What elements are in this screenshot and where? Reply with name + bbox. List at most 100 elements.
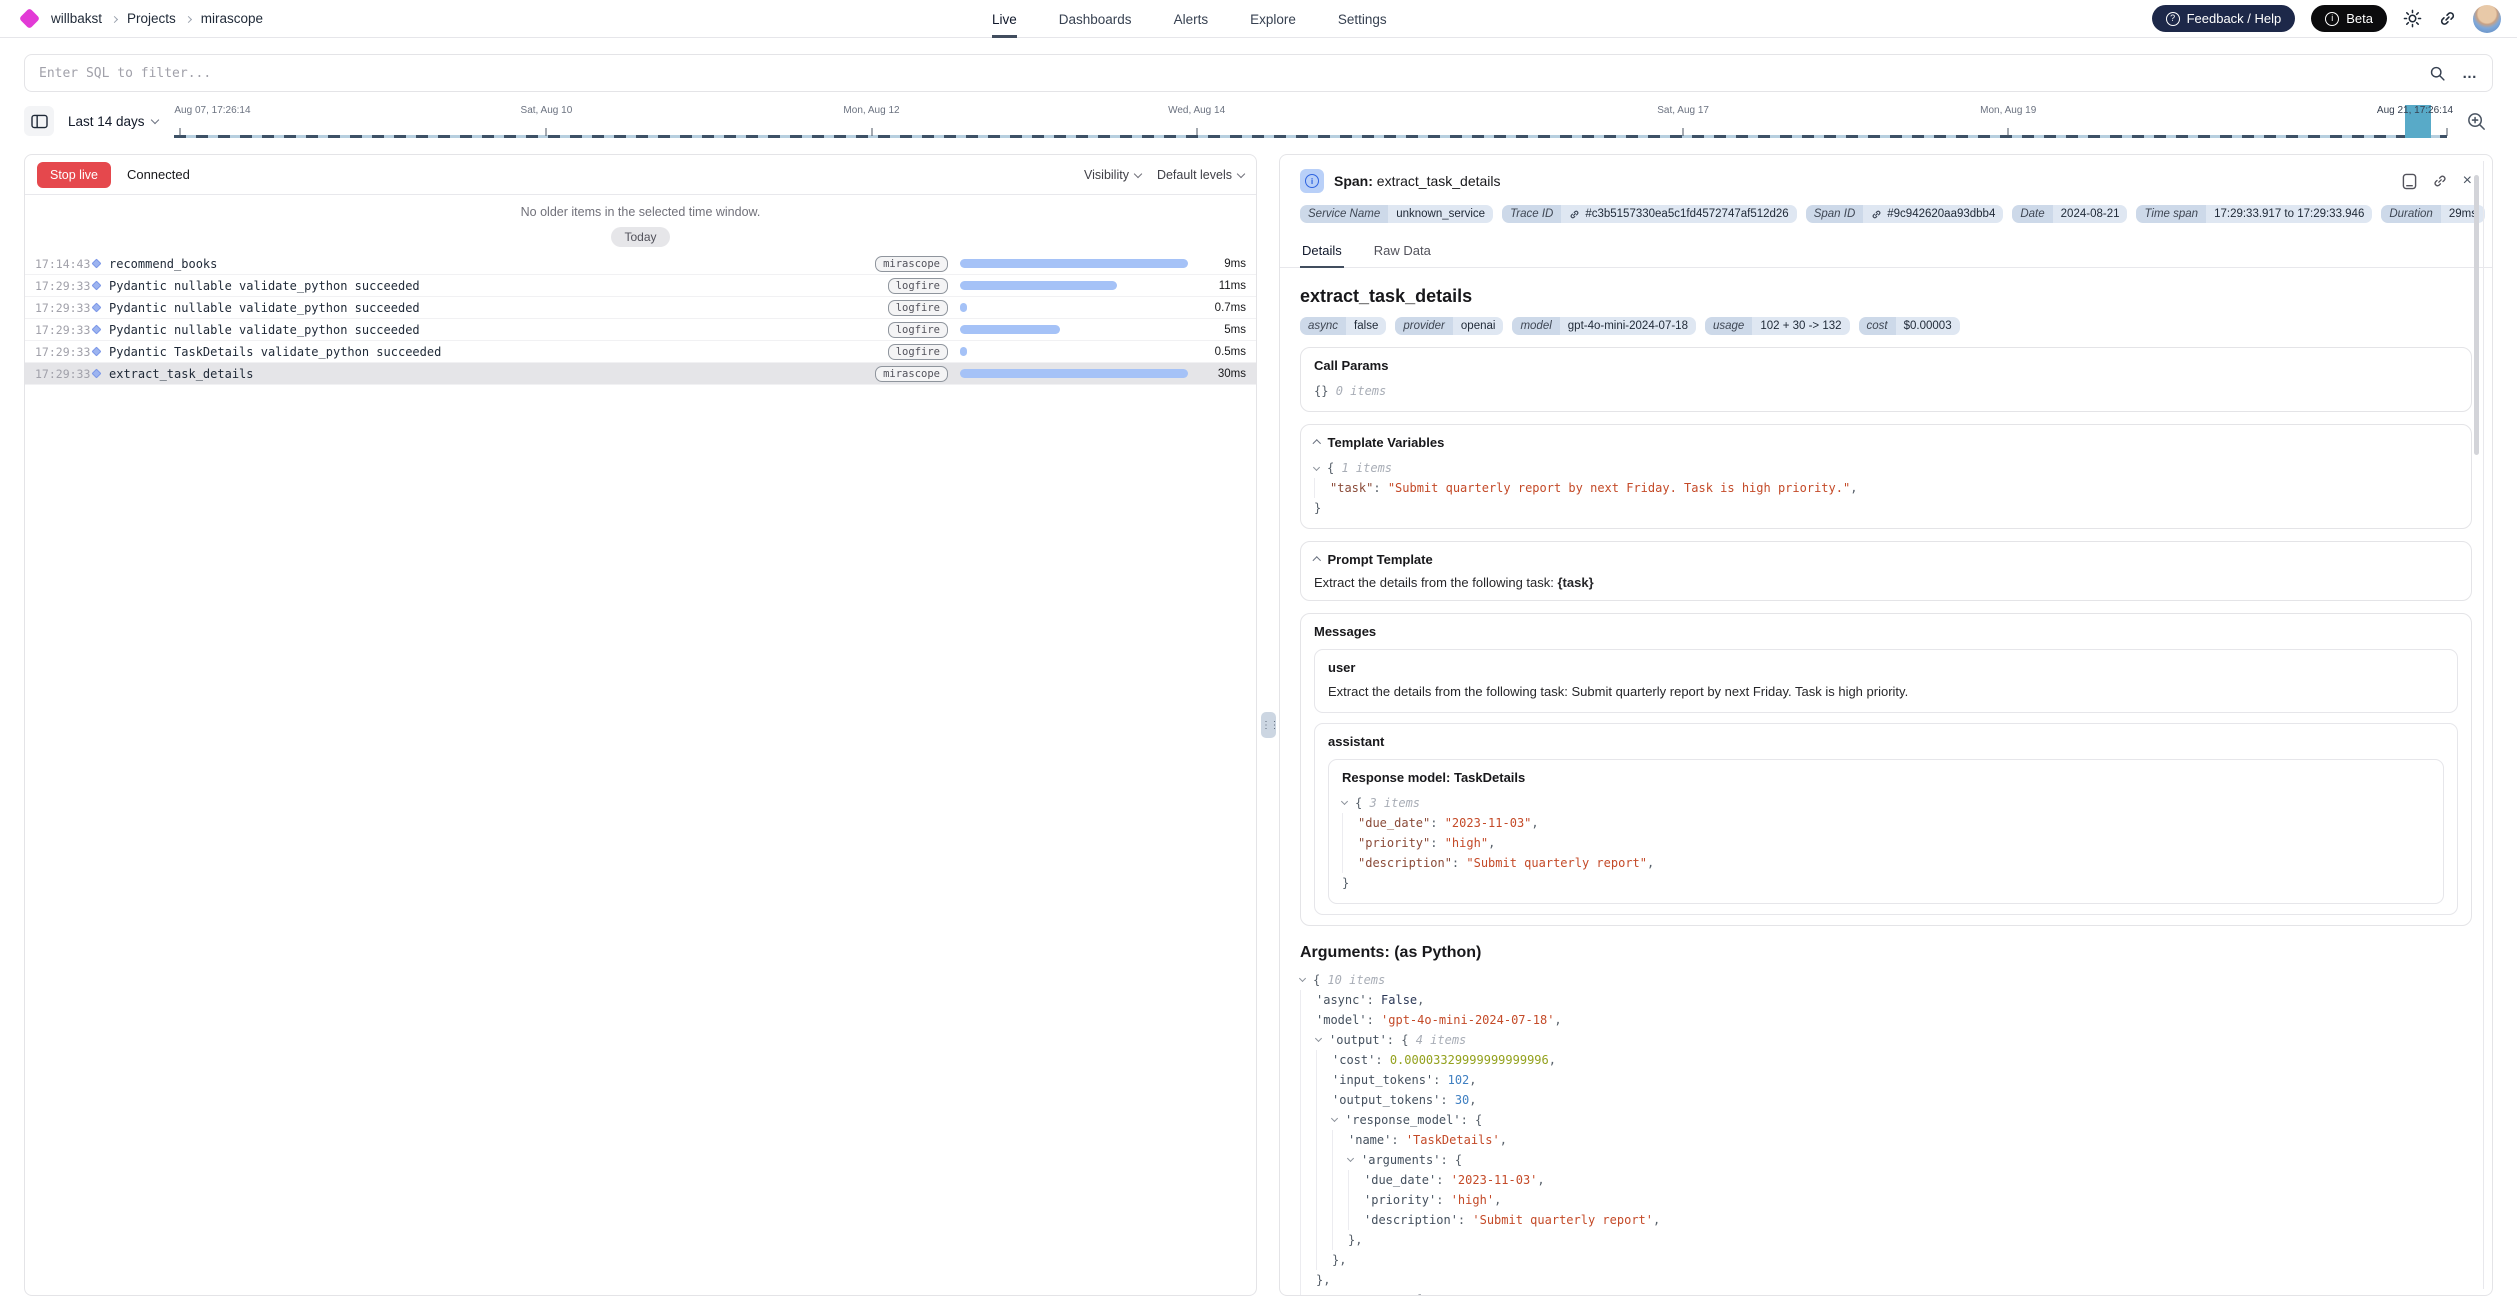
badge-value: 2024-08-21 bbox=[2053, 205, 2128, 223]
call-params-code: {} 0 items bbox=[1314, 381, 2458, 401]
connection-status: Connected bbox=[127, 167, 190, 182]
collapse-chevron-icon[interactable] bbox=[1313, 440, 1321, 448]
log-row[interactable]: 17:29:33Pydantic nullable validate_pytho… bbox=[25, 297, 1256, 319]
span-diamond-icon bbox=[92, 347, 102, 357]
log-list: 17:14:43recommend_booksmirascope9ms17:29… bbox=[25, 253, 1256, 385]
tab-raw-data[interactable]: Raw Data bbox=[1372, 237, 1433, 267]
theme-toggle-icon[interactable] bbox=[2403, 9, 2422, 28]
log-timestamp: 17:29:33 bbox=[35, 345, 91, 359]
panel-resize-handle[interactable]: ⋮⋮ bbox=[1261, 712, 1276, 738]
timeline-tick bbox=[180, 128, 181, 136]
code-line: "due_date": "2023-11-03", bbox=[1342, 813, 2430, 833]
sql-filter-input[interactable] bbox=[39, 66, 2413, 81]
breadcrumb-projects[interactable]: Projects bbox=[127, 11, 176, 26]
search-icon[interactable] bbox=[2429, 65, 2446, 82]
template-variables-heading[interactable]: Template Variables bbox=[1314, 435, 2458, 450]
log-timestamp: 17:29:33 bbox=[35, 323, 91, 337]
span-details-panel: i Span: extract_task_details bbox=[1279, 154, 2493, 1296]
tab-settings[interactable]: Settings bbox=[1338, 0, 1387, 38]
duration-bar-track bbox=[960, 259, 1188, 268]
timeline-tick-label: Wed, Aug 14 bbox=[1168, 105, 1225, 116]
code-line: 'model': 'gpt-4o-mini-2024-07-18', bbox=[1300, 1010, 2472, 1030]
log-row[interactable]: 17:29:33 Pydantic TaskDetails validate_py… bbox=[25, 341, 1256, 363]
arguments-code: { 10 items'async': False,'model': 'gpt-4… bbox=[1300, 970, 2472, 1296]
log-tag-badge[interactable]: mirascope bbox=[875, 256, 948, 272]
visibility-dropdown[interactable]: Visibility bbox=[1084, 168, 1141, 182]
timeline-axis bbox=[174, 135, 2447, 138]
tab-details[interactable]: Details bbox=[1300, 237, 1344, 268]
span-info-icon: i bbox=[1300, 169, 1324, 193]
log-message: extract_task_details bbox=[109, 367, 254, 381]
log-tag-badge[interactable]: mirascope bbox=[875, 366, 948, 382]
expand-chevron-icon[interactable] bbox=[1342, 793, 1355, 813]
expand-chevron-icon[interactable] bbox=[1348, 1150, 1361, 1170]
badge-value: 102 + 30 -> 132 bbox=[1752, 317, 1849, 335]
call-params-heading: Call Params bbox=[1314, 358, 2458, 373]
expand-chevron-icon[interactable] bbox=[1300, 970, 1313, 990]
duration-bar-track bbox=[960, 347, 1188, 356]
log-tag-badge[interactable]: logfire bbox=[888, 278, 948, 294]
duration-label: 0.5ms bbox=[1200, 346, 1246, 358]
close-icon[interactable]: × bbox=[2463, 173, 2472, 189]
user-message-text: Extract the details from the following t… bbox=[1328, 683, 2444, 702]
feedback-help-label: Feedback / Help bbox=[2187, 11, 2282, 26]
user-avatar[interactable] bbox=[2473, 5, 2501, 33]
prompt-template-card: Prompt Template Extract the details from… bbox=[1300, 541, 2472, 601]
scrollbar-track[interactable] bbox=[2483, 161, 2484, 1289]
stop-live-button[interactable]: Stop live bbox=[37, 162, 111, 188]
log-message: Pydantic TaskDetails validate_python suc… bbox=[109, 345, 441, 359]
chevron-right-icon bbox=[185, 15, 192, 22]
tab-explore[interactable]: Explore bbox=[1250, 0, 1296, 38]
expand-chevron-icon[interactable] bbox=[1316, 1290, 1329, 1296]
log-tag-badge[interactable]: logfire bbox=[888, 322, 948, 338]
sql-filter-bar: … bbox=[24, 54, 2493, 92]
tab-dashboards[interactable]: Dashboards bbox=[1059, 0, 1132, 38]
time-range-dropdown[interactable]: Last 14 days bbox=[68, 114, 158, 129]
duration-bar-track bbox=[960, 303, 1188, 312]
link-icon[interactable] bbox=[1569, 209, 1580, 220]
link-icon[interactable] bbox=[1871, 209, 1882, 220]
sidebar-toggle-button[interactable] bbox=[24, 106, 54, 136]
log-row[interactable]: 17:14:43recommend_booksmirascope9ms bbox=[25, 253, 1256, 275]
span-diamond-icon bbox=[92, 369, 102, 379]
code-line: 'input_tokens': 102, bbox=[1300, 1070, 2472, 1090]
timeline-track[interactable]: Aug 07, 17:26:14Sat, Aug 10Mon, Aug 12We… bbox=[174, 100, 2447, 142]
log-timestamp: 17:29:33 bbox=[35, 367, 91, 381]
breadcrumb-project[interactable]: mirascope bbox=[201, 11, 263, 26]
more-options-icon[interactable]: … bbox=[2462, 65, 2478, 82]
zoom-in-icon[interactable] bbox=[2459, 104, 2493, 138]
logfire-logo-icon[interactable] bbox=[19, 8, 40, 29]
open-drawer-icon[interactable] bbox=[2402, 173, 2417, 190]
scrollbar-thumb[interactable] bbox=[2474, 175, 2479, 455]
log-row[interactable]: 17:29:33Pydantic nullable validate_pytho… bbox=[25, 275, 1256, 297]
log-tag-badge[interactable]: logfire bbox=[888, 344, 948, 360]
prompt-variable: {task} bbox=[1558, 575, 1594, 590]
span-diamond-icon bbox=[92, 259, 102, 269]
tab-alerts[interactable]: Alerts bbox=[1174, 0, 1209, 38]
share-link-icon[interactable] bbox=[2438, 9, 2457, 28]
expand-chevron-icon[interactable] bbox=[1332, 1110, 1345, 1130]
beta-button[interactable]: i Beta bbox=[2311, 5, 2387, 32]
call-params-card: Call Params {} 0 items bbox=[1300, 347, 2472, 412]
expand-chevron-icon[interactable] bbox=[1314, 458, 1327, 478]
log-row[interactable]: 17:29:33extract_task_detailsmirascope30m… bbox=[25, 363, 1256, 385]
badge-label: Date bbox=[2012, 205, 2052, 223]
beta-label: Beta bbox=[2346, 11, 2373, 26]
badge-value: false bbox=[1346, 317, 1386, 335]
copy-link-icon[interactable] bbox=[2432, 173, 2448, 189]
log-tag-badge[interactable]: logfire bbox=[888, 300, 948, 316]
badge-label: cost bbox=[1859, 317, 1896, 335]
breadcrumb-org[interactable]: willbakst bbox=[51, 11, 102, 26]
code-line: "description": "Submit quarterly report"… bbox=[1342, 853, 2430, 873]
prompt-template-heading[interactable]: Prompt Template bbox=[1314, 552, 2458, 567]
default-levels-dropdown[interactable]: Default levels bbox=[1157, 168, 1244, 182]
expand-chevron-icon[interactable] bbox=[1316, 1030, 1329, 1050]
code-line: }, bbox=[1300, 1230, 2472, 1250]
tab-live[interactable]: Live bbox=[992, 0, 1017, 38]
chevron-down-icon bbox=[150, 115, 158, 123]
collapse-chevron-icon[interactable] bbox=[1313, 557, 1321, 565]
feedback-help-button[interactable]: ? Feedback / Help bbox=[2152, 5, 2296, 32]
log-row[interactable]: 17:29:33Pydantic nullable validate_pytho… bbox=[25, 319, 1256, 341]
code-line: 'cost': 0.00003329999999999996, bbox=[1300, 1050, 2472, 1070]
question-icon: ? bbox=[2166, 12, 2180, 26]
